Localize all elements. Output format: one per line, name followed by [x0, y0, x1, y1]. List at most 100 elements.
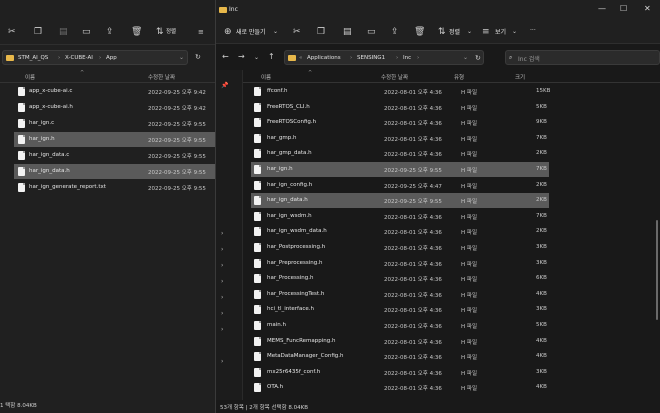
breadcrumb-item[interactable]: STM_AI_QS — [18, 55, 48, 61]
rename-icon[interactable]: ▭ — [82, 27, 91, 37]
view-icon[interactable]: ≡ — [198, 27, 204, 37]
rename-icon[interactable]: ▭ — [367, 27, 376, 37]
file-icon — [254, 102, 261, 112]
expand-chevron-icon[interactable]: › — [221, 246, 223, 253]
file-row[interactable]: har_ign_data.h 2022-09-25 오후 9:55 H 파일 2KB — [251, 193, 549, 209]
view-icon[interactable]: ≡ — [482, 27, 490, 37]
delete-icon[interactable]: 🗑 — [414, 27, 425, 37]
file-row[interactable]: har_gmp.h 2022-08-01 오후 4:36 H 파일 7KB — [251, 131, 549, 146]
column-name-header[interactable]: 이름 — [25, 73, 35, 81]
more-button[interactable]: ··· — [530, 27, 536, 34]
file-row[interactable]: MEMS_FuncRemapping.h 2022-08-01 오후 4:36 H … — [251, 334, 549, 349]
expand-chevron-icon[interactable]: › — [221, 310, 223, 317]
sort-icon[interactable]: ⇅ — [438, 27, 446, 37]
paste-icon[interactable]: ▤ — [59, 27, 68, 37]
breadcrumb-item[interactable]: X-CUBE-AI — [65, 55, 93, 61]
vertical-scrollbar[interactable] — [656, 220, 658, 320]
sort-button[interactable]: 정렬 — [449, 27, 460, 36]
chevron-down-icon[interactable]: ⌄ — [467, 27, 472, 37]
copy-icon[interactable]: ❐ — [34, 27, 42, 37]
file-row[interactable]: har_ign_data.h 2022-09-25 오후 9:55 — [14, 164, 215, 179]
file-row[interactable]: har_ign_wsdm.h 2022-08-01 오후 4:36 H 파일 7KB — [251, 209, 549, 224]
expand-chevron-icon[interactable]: › — [221, 278, 223, 285]
expand-chevron-icon[interactable]: › — [221, 358, 223, 365]
file-type: H 파일 — [461, 183, 478, 190]
file-row[interactable]: har_ign_config.h 2022-09-25 오후 4:47 H 파일 2K… — [251, 178, 549, 193]
file-row[interactable]: har_ign_wsdm_data.h 2022-08-01 오후 4:36 H 파… — [251, 224, 549, 239]
breadcrumb-item[interactable]: App — [106, 55, 117, 61]
search-input[interactable]: ⌕ Inc 검색 — [505, 50, 660, 65]
file-icon — [254, 180, 261, 190]
expand-chevron-icon[interactable]: › — [221, 294, 223, 301]
delete-icon[interactable]: 🗑 — [131, 27, 142, 37]
file-row[interactable]: app_x-cube-ai.c 2022-09-25 오후 9:42 — [14, 84, 215, 99]
copy-icon[interactable]: ❐ — [317, 27, 325, 37]
file-list: 이름 ^ 수정한 날짜 유형 크기 ffconf.h 2022-08-01 오후 … — [243, 70, 660, 400]
pin-icon: 📌 — [221, 82, 229, 89]
file-row[interactable]: har_Preprocessing.h 2022-08-01 오후 4:36 H 파… — [251, 256, 549, 271]
cut-icon[interactable]: ✂ — [8, 27, 16, 37]
refresh-icon[interactable]: ↻ — [195, 53, 201, 61]
breadcrumb-item[interactable]: SENSING1 — [357, 55, 385, 61]
column-type-header[interactable]: 유형 — [454, 73, 464, 81]
forward-arrow-icon[interactable]: → — [238, 52, 245, 61]
address-bar[interactable]: « Applications › SENSING1 › Inc › ⌄ ↻ — [284, 50, 484, 65]
expand-chevron-icon[interactable]: › — [221, 230, 223, 237]
file-icon — [254, 118, 261, 128]
new-icon[interactable]: ⊕ — [224, 27, 232, 37]
minimize-button[interactable]: — — [598, 4, 606, 13]
sort-label[interactable]: 정렬 — [166, 27, 176, 35]
chevron-down-icon[interactable]: ⌄ — [463, 54, 468, 61]
share-icon[interactable]: ⇪ — [391, 27, 399, 37]
file-row[interactable]: mx25r6435f_conf.h 2022-08-01 오후 4:36 H 파일 3… — [251, 365, 549, 380]
file-row[interactable]: har_ign_data.c 2022-09-25 오후 9:55 — [14, 148, 215, 163]
file-row[interactable]: hci_tl_interface.h 2022-08-01 오후 4:36 H 파일… — [251, 302, 549, 317]
file-name: OTA.h — [267, 384, 284, 391]
file-row[interactable]: FreeRTOSConfig.h 2022-08-01 오후 4:36 H 파일 9K… — [251, 115, 549, 130]
column-size-header[interactable]: 크기 — [515, 73, 525, 81]
file-row[interactable]: har_ign.h 2022-09-25 오후 9:55 H 파일 7KB — [251, 162, 549, 177]
column-name-header[interactable]: 이름 — [261, 73, 271, 81]
file-row[interactable]: app_x-cube-ai.h 2022-09-25 오후 9:42 — [14, 100, 215, 115]
sort-icon[interactable]: ⇅ — [156, 27, 164, 37]
share-icon[interactable]: ⇪ — [106, 27, 114, 37]
breadcrumb-item[interactable]: Inc — [403, 55, 411, 61]
refresh-icon[interactable]: ↻ — [475, 54, 481, 62]
expand-chevron-icon[interactable]: › — [221, 326, 223, 333]
file-row[interactable]: har_ign.h 2022-09-25 오후 9:55 — [14, 132, 215, 147]
up-arrow-icon[interactable]: ↑ — [268, 52, 275, 61]
file-type: H 파일 — [461, 308, 478, 315]
view-button[interactable]: 보기 — [495, 27, 506, 36]
cut-icon[interactable]: ✂ — [293, 27, 301, 37]
back-address-bar[interactable]: STM_AI_QS › X-CUBE-AI › App ⌄ ↻ — [0, 50, 215, 65]
chevron-down-icon[interactable]: ⌄ — [179, 54, 184, 61]
paste-icon[interactable]: ▤ — [343, 27, 352, 37]
column-modified-header[interactable]: 수정한 날짜 — [148, 73, 175, 81]
back-arrow-icon[interactable]: ← — [222, 52, 229, 61]
breadcrumb-item[interactable]: Applications — [307, 55, 341, 61]
file-row[interactable]: MetaDataManager_Config.h 2022-08-01 오후 4:… — [251, 349, 549, 364]
new-button[interactable]: 새로 만들기 — [236, 27, 266, 36]
file-row[interactable]: har_ProcessingTest.h 2022-08-01 오후 4:36 H … — [251, 287, 549, 302]
file-row[interactable]: FreeRTOS_CLI.h 2022-08-01 오후 4:36 H 파일 5KB — [251, 100, 549, 115]
column-modified-header[interactable]: 수정한 날짜 — [381, 73, 408, 81]
file-row[interactable]: main.h 2022-08-01 오후 4:36 H 파일 5KB — [251, 318, 549, 333]
breadcrumb-separator-icon: › — [99, 55, 102, 61]
file-row[interactable]: har_gmp_data.h 2022-08-01 오후 4:36 H 파일 2KB — [251, 146, 549, 161]
file-row[interactable]: har_Postprocessing.h 2022-08-01 오후 4:36 H … — [251, 240, 549, 255]
breadcrumb-overflow[interactable]: « — [299, 55, 302, 61]
file-row[interactable]: har_ign.c 2022-09-25 오후 9:55 — [14, 116, 215, 131]
file-row[interactable]: har_ign_generate_report.txt 2022-09-25 오후… — [14, 180, 215, 195]
chevron-down-icon[interactable]: ⌄ — [273, 27, 278, 37]
file-row[interactable]: OTA.h 2022-08-01 오후 4:36 H 파일 4KB — [251, 380, 549, 395]
file-row[interactable]: ffconf.h 2022-08-01 오후 4:36 H 파일 15KB — [251, 84, 550, 99]
recent-chevron-icon[interactable]: ⌄ — [254, 54, 259, 61]
chevron-down-icon[interactable]: ⌄ — [512, 27, 517, 37]
breadcrumb-separator-icon: › — [350, 55, 353, 61]
file-name: hci_tl_interface.h — [267, 306, 314, 313]
back-column-header: 이름 ^ 수정한 날짜 — [0, 70, 215, 83]
expand-chevron-icon[interactable]: › — [221, 262, 223, 269]
file-row[interactable]: har_Processing.h 2022-08-01 오후 4:36 H 파일 6K… — [251, 271, 549, 286]
maximize-button[interactable]: ☐ — [620, 4, 627, 13]
close-button[interactable]: ✕ — [644, 4, 651, 13]
